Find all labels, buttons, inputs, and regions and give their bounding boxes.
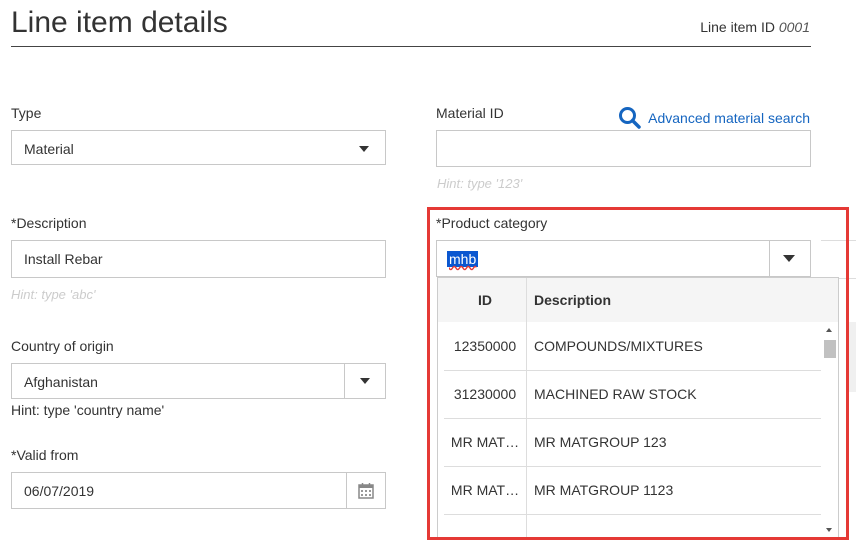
line-item-id-label: Line item ID xyxy=(700,19,775,35)
country-value: Afghanistan xyxy=(24,374,98,390)
country-combobox[interactable]: Afghanistan xyxy=(11,363,386,399)
chevron-down-icon xyxy=(359,146,369,152)
valid-from-value: 06/07/2019 xyxy=(24,483,95,499)
date-divider xyxy=(346,473,347,508)
advanced-search-label: Advanced material search xyxy=(648,110,810,126)
type-value: Material xyxy=(24,141,74,157)
advanced-material-search-link[interactable]: Advanced material search xyxy=(618,106,810,130)
valid-from-date-input[interactable]: 06/07/2019 xyxy=(11,472,386,509)
material-id-input[interactable] xyxy=(436,130,811,167)
page-title: Line item details xyxy=(11,6,228,39)
type-select[interactable]: Material xyxy=(11,130,386,165)
valid-from-label: *Valid from xyxy=(11,447,79,463)
search-icon xyxy=(619,107,641,129)
description-hint: Hint: type 'abc' xyxy=(11,287,96,302)
country-hint: Hint: type 'country name' xyxy=(11,402,165,418)
calendar-icon[interactable] xyxy=(358,482,374,499)
country-label: Country of origin xyxy=(11,338,114,354)
description-value: Install Rebar xyxy=(24,251,103,267)
description-input[interactable]: Install Rebar xyxy=(11,240,386,278)
highlight-box xyxy=(427,207,849,540)
title-divider xyxy=(11,46,811,47)
background-panel-edge xyxy=(849,322,856,392)
description-label: *Description xyxy=(11,215,87,231)
material-id-hint: Hint: type '123' xyxy=(437,176,523,191)
combobox-divider xyxy=(344,364,345,398)
type-label: Type xyxy=(11,105,42,121)
material-id-label: Material ID xyxy=(436,105,504,121)
line-item-id: Line item ID 0001 xyxy=(700,19,810,35)
line-item-id-value: 0001 xyxy=(778,19,810,35)
chevron-down-icon[interactable] xyxy=(360,378,370,384)
